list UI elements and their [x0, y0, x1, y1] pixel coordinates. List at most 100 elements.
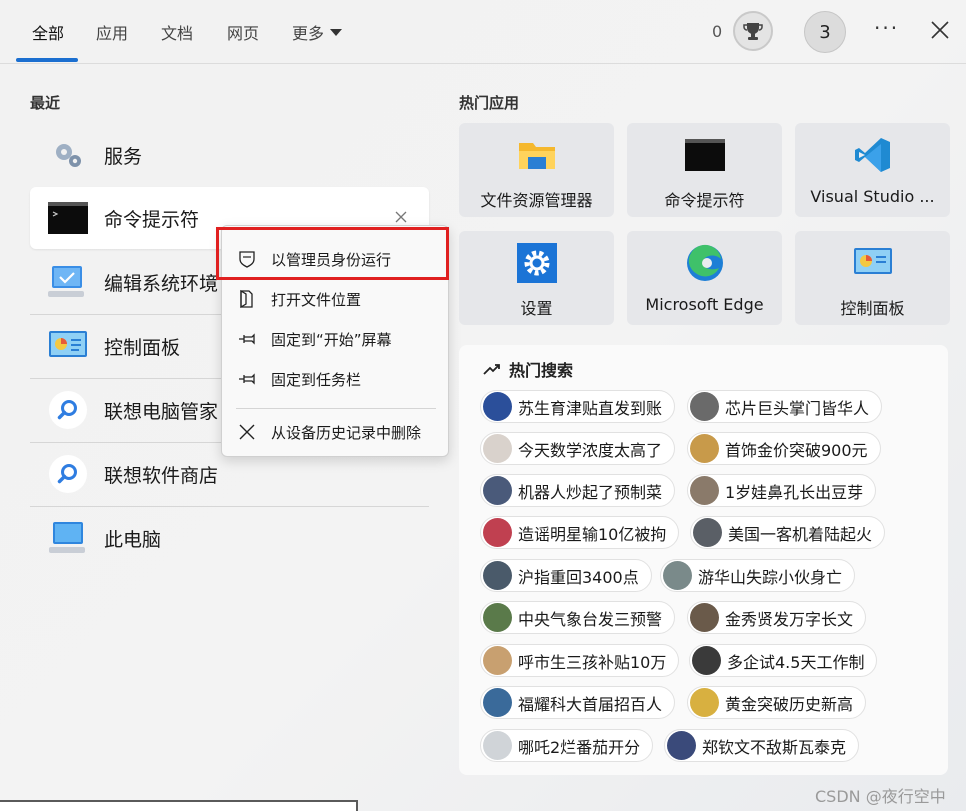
recent-item-label: 联想电脑管家 — [104, 400, 219, 423]
hot-search-text: 郑钦文不敌斯瓦泰克 — [702, 737, 847, 757]
hot-search-item[interactable]: 机器人炒起了预制菜 — [480, 474, 676, 507]
hot-search-item[interactable]: 金秀贤发万字长文 — [687, 601, 867, 634]
hot-search-item[interactable]: 黄金突破历史新高 — [687, 686, 867, 719]
hot-search-text: 呼市生三孩补贴10万 — [518, 652, 667, 672]
tab-documents[interactable]: 文档 — [161, 20, 193, 44]
hot-search-item[interactable]: 福耀科大首届招百人 — [480, 686, 676, 719]
tab-web[interactable]: 网页 — [227, 20, 259, 44]
hot-search-item[interactable]: 沪指重回3400点 — [480, 559, 652, 592]
taskbar-fragment — [0, 800, 358, 811]
menu-item-pin-taskbar[interactable]: 固定到任务栏 — [222, 359, 448, 399]
pin-icon — [236, 328, 258, 350]
hot-search-text: 美国一客机着陆起火 — [728, 524, 873, 544]
pin-icon — [236, 368, 258, 390]
hot-search-item[interactable]: 郑钦文不敌斯瓦泰克 — [664, 729, 860, 762]
gears-icon — [48, 135, 88, 175]
news-thumbnail — [690, 688, 719, 717]
trophy-icon[interactable] — [733, 11, 773, 51]
news-thumbnail — [692, 646, 721, 675]
hot-search-item[interactable]: 中央气象台发三预警 — [480, 601, 676, 634]
hot-search-text: 芯片巨头掌门皆华人 — [725, 398, 870, 418]
menu-item-open-location[interactable]: 打开文件位置 — [222, 279, 448, 319]
news-thumbnail — [663, 561, 692, 590]
hot-search-item[interactable]: 多企试4.5天工作制 — [689, 644, 878, 677]
news-thumbnail — [483, 603, 512, 632]
cmd-icon — [684, 135, 725, 175]
tab-more-label: 更多 — [292, 24, 325, 43]
more-options-icon[interactable]: ··· — [874, 16, 899, 40]
news-thumbnail — [690, 476, 719, 505]
watermark: CSDN @夜行空中 — [815, 787, 946, 806]
menu-item-label: 固定到“开始”屏幕 — [271, 330, 392, 349]
file-explorer-icon — [517, 135, 557, 175]
menu-item-label: 从设备历史记录中删除 — [271, 423, 422, 442]
hot-search-item[interactable]: 首饰金价突破900元 — [687, 432, 881, 465]
recent-item-this-pc[interactable]: 此电脑 — [30, 507, 429, 569]
news-thumbnail — [483, 646, 512, 675]
app-tile-label: Visual Studio ... — [810, 187, 935, 206]
app-tile-settings[interactable]: 设置 — [459, 231, 614, 325]
recent-title: 最近 — [30, 94, 61, 112]
app-tile-control-panel[interactable]: 控制面板 — [795, 231, 950, 325]
close-icon[interactable] — [928, 18, 952, 42]
hot-search-text: 福耀科大首届招百人 — [518, 694, 663, 714]
hot-search-text: 沪指重回3400点 — [518, 567, 639, 587]
search-app-icon — [48, 454, 88, 494]
news-thumbnail — [483, 688, 512, 717]
hot-search-item[interactable]: 美国一客机着陆起火 — [690, 516, 886, 549]
app-tile-label: 文件资源管理器 — [480, 191, 593, 210]
recent-item-label: 控制面板 — [104, 336, 181, 359]
menu-item-pin-start[interactable]: 固定到“开始”屏幕 — [222, 319, 448, 359]
hot-search-text: 造谣明星输10亿被拘 — [518, 524, 667, 544]
chevron-down-icon — [330, 29, 343, 36]
news-thumbnail — [483, 561, 512, 590]
folder-open-icon — [236, 288, 258, 310]
hot-search-text: 多企试4.5天工作制 — [727, 652, 865, 672]
news-thumbnail — [690, 603, 719, 632]
hot-search-text: 黄金突破历史新高 — [725, 694, 854, 714]
hot-search-item[interactable]: 1岁娃鼻孔长出豆芽 — [687, 474, 877, 507]
reward-points: 0 — [712, 22, 723, 41]
tab-more[interactable]: 更多 — [292, 20, 343, 44]
news-thumbnail — [483, 476, 512, 505]
hot-search-text: 1岁娃鼻孔长出豆芽 — [725, 482, 864, 502]
hot-search-text: 首饰金价突破900元 — [725, 440, 868, 460]
close-icon[interactable] — [393, 209, 409, 225]
news-thumbnail — [667, 731, 696, 760]
vscode-icon — [853, 135, 893, 175]
hot-search-text: 游华山失踪小伙身亡 — [698, 567, 843, 587]
app-tile-edge[interactable]: Microsoft Edge — [627, 231, 782, 325]
recent-item-label: 命令提示符 — [104, 208, 200, 231]
news-thumbnail — [690, 434, 719, 463]
hot-search-header: 热门搜索 — [483, 357, 573, 381]
app-tile-vscode[interactable]: Visual Studio ... — [795, 123, 950, 217]
recent-item-services[interactable]: 服务 — [30, 124, 429, 186]
app-tile-file-explorer[interactable]: 文件资源管理器 — [459, 123, 614, 217]
top-bar: 全部 应用 文档 网页 更多 0 3 ··· — [0, 0, 966, 64]
hot-search-text: 机器人炒起了预制菜 — [518, 482, 663, 502]
news-thumbnail — [483, 518, 512, 547]
tab-apps[interactable]: 应用 — [96, 20, 128, 44]
hot-search-item[interactable]: 造谣明星输10亿被拘 — [480, 516, 680, 549]
hot-search-item[interactable]: 芯片巨头掌门皆华人 — [687, 390, 883, 423]
hot-search-text: 苏生育津贴直发到账 — [518, 398, 663, 418]
recent-item-label: 此电脑 — [104, 528, 162, 551]
hot-search-item[interactable]: 苏生育津贴直发到账 — [480, 390, 676, 423]
hot-apps-title: 热门应用 — [459, 94, 520, 112]
app-tile-cmd[interactable]: 命令提示符 — [627, 123, 782, 217]
avatar[interactable]: 3 — [804, 11, 846, 53]
tab-all[interactable]: 全部 — [32, 20, 64, 44]
cmd-icon — [48, 198, 88, 238]
hot-search-item[interactable]: 呼市生三孩补贴10万 — [480, 644, 680, 677]
menu-separator — [236, 408, 436, 409]
app-tile-label: 控制面板 — [840, 299, 905, 318]
news-thumbnail — [690, 392, 719, 421]
active-tab-indicator — [16, 58, 78, 62]
hot-search-item[interactable]: 游华山失踪小伙身亡 — [660, 559, 856, 592]
menu-item-remove-history[interactable]: 从设备历史记录中删除 — [222, 412, 448, 452]
hot-search-text: 中央气象台发三预警 — [518, 609, 663, 629]
news-thumbnail — [483, 392, 512, 421]
search-app-icon — [48, 390, 88, 430]
hot-search-item[interactable]: 哪吒2烂番茄开分 — [480, 729, 654, 762]
hot-search-item[interactable]: 今天数学浓度太高了 — [480, 432, 676, 465]
